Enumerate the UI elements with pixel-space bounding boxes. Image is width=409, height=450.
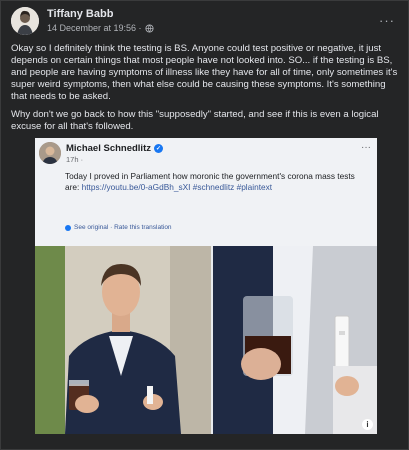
- post-header: Tiffany Babb 14 December at 19:56 · ···: [11, 7, 401, 37]
- photo-left-image: [35, 246, 211, 434]
- author-avatar[interactable]: [11, 7, 39, 35]
- post-paragraph-2: Why don't we go back to how this "suppos…: [11, 109, 379, 132]
- post-timestamp[interactable]: 14 December at 19:56 ·: [47, 23, 142, 33]
- shared-author-avatar: [39, 142, 61, 164]
- shared-author-name: Michael Schnedlitz ✓: [66, 143, 163, 154]
- see-original-text: See original · Rate this translation: [74, 224, 172, 231]
- translate-icon: [65, 224, 71, 231]
- photo-man-holding-glass: [35, 246, 211, 434]
- shared-post-screenshot: Michael Schnedlitz ✓ 17h · ··· Today I p…: [35, 138, 377, 246]
- shared-time: 17h ·: [66, 155, 84, 164]
- shared-text-link: https://youtu.be/0-aGdBh_sXI #schnedlitz…: [81, 182, 273, 192]
- shared-more-icon: ···: [361, 142, 371, 153]
- photo-right-image: [213, 246, 377, 434]
- see-original-row: See original · Rate this translation: [65, 224, 172, 231]
- facebook-post: Tiffany Babb 14 December at 19:56 · ··· …: [0, 0, 409, 450]
- verified-badge-icon: ✓: [154, 144, 163, 153]
- avatar-image: [11, 7, 39, 35]
- post-meta: 14 December at 19:56 ·: [47, 23, 154, 33]
- shared-post-text: Today I proved in Parliament how moronic…: [65, 171, 365, 193]
- photo-test-closeup: i: [213, 246, 377, 434]
- shared-author-label: Michael Schnedlitz: [66, 143, 151, 154]
- shared-avatar-image: [39, 142, 61, 164]
- more-options-icon[interactable]: ···: [379, 13, 395, 28]
- post-image[interactable]: Michael Schnedlitz ✓ 17h · ··· Today I p…: [35, 138, 377, 434]
- info-icon[interactable]: i: [362, 419, 373, 430]
- post-body: Okay so I definitely think the testing i…: [11, 43, 401, 139]
- post-paragraph-1: Okay so I definitely think the testing i…: [11, 43, 398, 102]
- author-name[interactable]: Tiffany Babb: [47, 8, 113, 20]
- globe-icon: [145, 23, 154, 33]
